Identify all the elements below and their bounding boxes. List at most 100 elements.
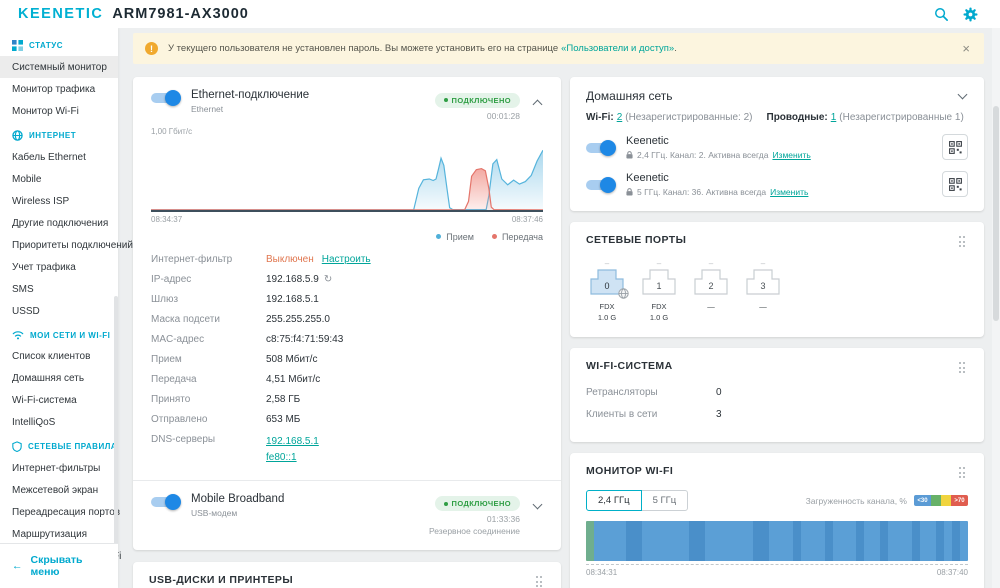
ethernet-connection-row: Ethernet-подключение Ethernet ПОДКЛЮЧЕНО… (151, 89, 543, 121)
sidebar-scrollbar[interactable] (114, 296, 118, 578)
sidebar-item-mobile[interactable]: Mobile (0, 168, 118, 190)
connection-subtitle: USB-модем (191, 507, 238, 518)
ethernet-toggle[interactable] (151, 90, 181, 106)
dns-server-link[interactable]: 192.168.5.1 (266, 434, 319, 450)
drag-handle-icon[interactable] (957, 465, 969, 481)
heatmap-time-start: 08:34:31 (586, 568, 618, 577)
detail-row: Интернет-фильтр Выключен Настроить (151, 254, 371, 265)
wifi-system-card: WI-FI-СИСТЕМА Ретрансляторы 0 Клиенты в … (570, 348, 984, 442)
wifi-clients-link[interactable]: 2 (617, 112, 623, 123)
heatmap-time-end: 08:37:40 (936, 568, 968, 577)
sidebar-item-client-list[interactable]: Список клиентов (0, 345, 118, 367)
sidebar-item-wireless-isp[interactable]: Wireless ISP (0, 190, 118, 212)
detail-row: Прием 508 Мбит/с (151, 354, 318, 365)
mobile-toggle[interactable] (151, 493, 181, 510)
tx-legend-dot (491, 234, 497, 239)
sidebar-item-traffic-monitor[interactable]: Монитор трафика (0, 78, 118, 100)
wifi-system-row: Ретрансляторы 0 (586, 387, 722, 398)
port-0[interactable]: – 0 FDX 1.0 G (588, 260, 629, 323)
password-warning-banner: ! У текущего пользователя не установлен … (133, 33, 984, 64)
heatmap-baseline (586, 564, 968, 565)
page-scrollbar-thumb[interactable] (993, 106, 999, 321)
channel-load-scalebar: <30 >70 (914, 495, 968, 506)
sidebar-item-wifi-system[interactable]: Wi-Fi-система (0, 389, 118, 411)
refresh-icon[interactable]: ↻ (324, 274, 332, 285)
tab-24ghz[interactable]: 2,4 ГГц (586, 490, 642, 511)
chevron-up-icon[interactable] (532, 99, 543, 110)
chart-time-end: 08:37:46 (511, 214, 543, 224)
wifi-icon (12, 331, 24, 340)
sidebar-item-wifi-monitor[interactable]: Монитор Wi-Fi (0, 100, 118, 122)
card-title: Домашняя сеть (586, 89, 673, 103)
status-badge: ПОДКЛЮЧЕНО (434, 92, 520, 108)
home-network-card: Домашняя сеть Wi-Fi: 2 (Незарегистрированн… (570, 77, 984, 211)
card-title: WI-FI-СИСТЕМА (586, 360, 673, 372)
port-3[interactable]: – 3 — (744, 260, 782, 323)
connection-subtitle: Ethernet (191, 104, 224, 114)
sidebar: СТАТУС Системный монитор Монитор трафика… (0, 28, 133, 588)
chevron-down-icon[interactable] (532, 499, 543, 509)
wired-clients-link[interactable]: 1 (831, 112, 837, 123)
uptime: 00:01:28 (486, 110, 520, 121)
chevron-down-icon[interactable] (957, 89, 968, 100)
network-ports-card: СЕТЕВЫЕ ПОРТЫ – 0 FDX 1.0 G – 1 FDX 1.0 … (570, 222, 984, 337)
mobile-connection-row: Mobile Broadband USB-модем ПОДКЛЮЧЕНО 01… (151, 493, 543, 536)
traffic-area-chart (151, 149, 543, 212)
sidebar-item-firewall[interactable]: Межсетевой экран (0, 479, 118, 501)
edit-network-link[interactable]: Изменить (770, 187, 808, 197)
status-grid-icon (12, 40, 23, 51)
sidebar-item-traffic-accounting[interactable]: Учет трафика (0, 256, 118, 278)
detail-row: Передача 4,51 Мбит/с (151, 374, 321, 385)
sidebar-item-system-monitor[interactable]: Системный монитор (0, 56, 118, 78)
qr-code-button[interactable] (942, 134, 968, 160)
drag-handle-icon[interactable] (957, 360, 969, 376)
qr-code-button[interactable] (942, 171, 968, 197)
port-2[interactable]: – 2 — (692, 260, 730, 323)
edit-network-link[interactable]: Изменить (772, 150, 810, 160)
sidebar-item-connection-priorities[interactable]: Приоритеты подключений (0, 234, 133, 256)
connection-title: Ethernet-подключение (191, 89, 310, 101)
sidebar-item-routing[interactable]: Маршрутизация (0, 523, 118, 545)
wifi-5-toggle[interactable] (586, 176, 616, 193)
port-1[interactable]: – 1 FDX 1.0 G (640, 260, 678, 323)
sidebar-item-ussd[interactable]: USSD (0, 300, 118, 322)
sidebar-section-internet: ИНТЕРНЕТ (0, 122, 118, 146)
lock-icon (626, 187, 633, 195)
users-access-link[interactable]: «Пользователи и доступ» (561, 43, 674, 54)
collapse-menu-button[interactable]: ← Скрывать меню (0, 543, 118, 588)
y-axis-max-label: 1,00 Гбит/с (151, 126, 193, 136)
detail-row: IP-адрес 192.168.5.9 ↻ (151, 274, 333, 285)
sidebar-item-internet-filters[interactable]: Интернет-фильтры (0, 457, 118, 479)
detail-row: Отправлено 653 МБ (151, 414, 301, 425)
channel-load-legend: Загруженность канала, % <30 >70 (806, 495, 968, 506)
ethernet-traffic-chart: 1,00 Гбит/с 08:34:37 08:37:46 Прием Пере… (151, 127, 543, 242)
warning-icon: ! (145, 42, 158, 55)
usb-card: USB-ДИСКИ И ПРИНТЕРЫ Нет USB-устройств (133, 562, 561, 588)
sidebar-item-ethernet-cable[interactable]: Кабель Ethernet (0, 146, 118, 168)
dns-server-link[interactable]: fe80::1 (266, 450, 319, 466)
banner-close-icon[interactable]: × (960, 41, 972, 56)
tab-5ghz[interactable]: 5 ГГц (640, 490, 689, 511)
sidebar-item-intelliqos[interactable]: IntelliQoS (0, 411, 118, 433)
topbar: KEENETIC ARM7981-AX3000 (0, 0, 1000, 28)
sidebar-item-sms[interactable]: SMS (0, 278, 118, 300)
configure-link[interactable]: Настроить (322, 254, 371, 265)
lock-icon (626, 150, 633, 158)
sidebar-item-port-forwarding[interactable]: Переадресация портов (0, 501, 120, 523)
card-title: СЕТЕВЫЕ ПОРТЫ (586, 234, 687, 246)
wifi-network-row: Keenetic 5 ГГц. Канал: 36. Активна всегд… (586, 171, 968, 197)
drag-handle-icon[interactable] (957, 234, 969, 250)
filter-state: Выключен (266, 254, 314, 265)
detail-row: Маска подсети 255.255.255.0 (151, 314, 330, 325)
card-title: USB-ДИСКИ И ПРИНТЕРЫ (149, 574, 293, 586)
wifi-system-row: Клиенты в сети 3 (586, 409, 722, 420)
gear-icon[interactable] (963, 6, 978, 22)
drag-handle-icon[interactable] (534, 574, 546, 588)
search-icon[interactable] (934, 7, 949, 22)
card-title: МОНИТОР WI-FI (586, 465, 674, 477)
sidebar-item-other-connections[interactable]: Другие подключения (0, 212, 118, 234)
wifi-24-toggle[interactable] (586, 139, 616, 156)
internet-globe-badge-icon (618, 288, 629, 299)
sidebar-item-home-network[interactable]: Домашняя сеть (0, 367, 118, 389)
divider (133, 479, 561, 481)
